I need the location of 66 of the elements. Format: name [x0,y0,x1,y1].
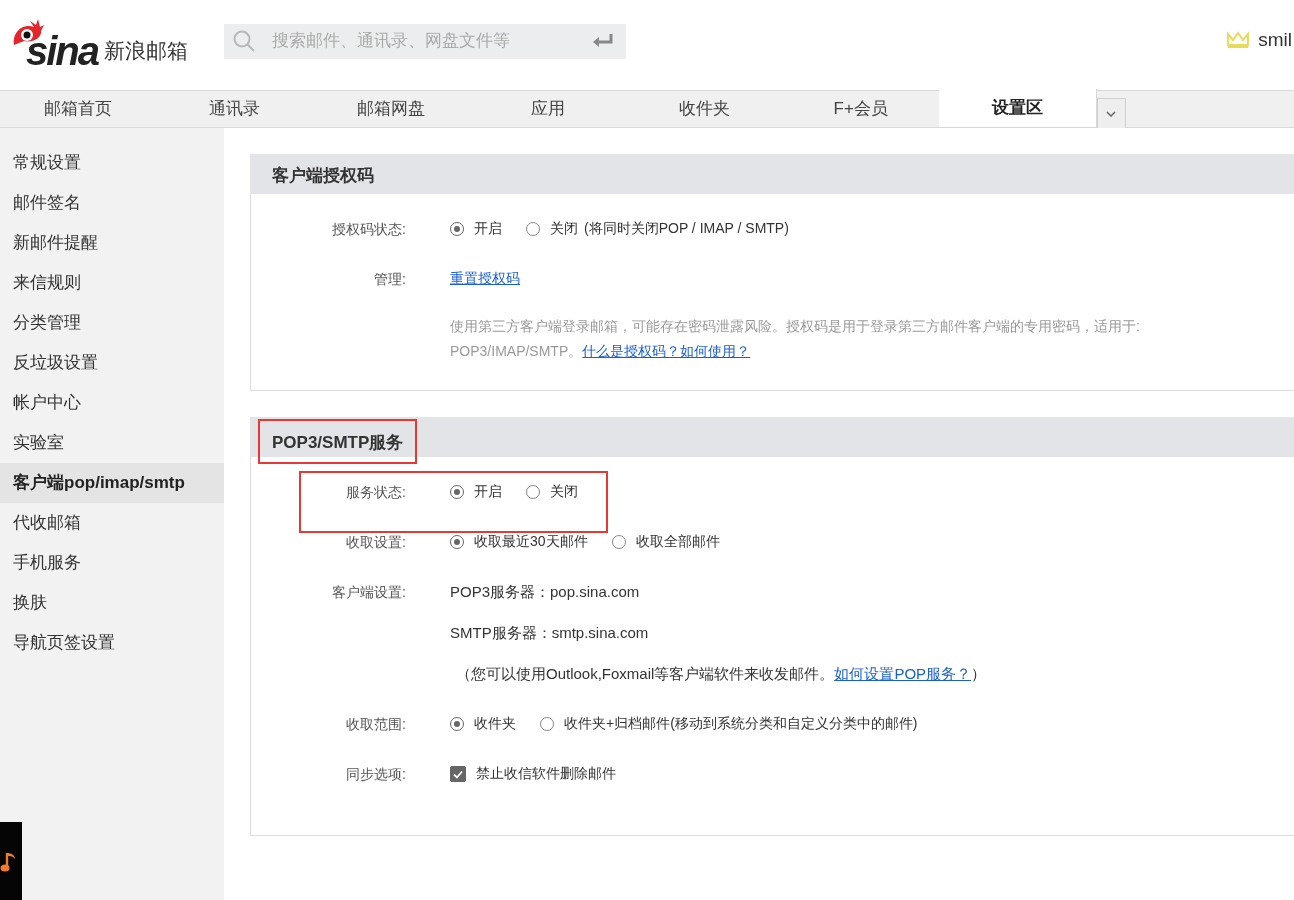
section-title: POP3/SMTP服务 [258,418,418,464]
chevron-down-icon [1106,110,1116,117]
user-name[interactable]: smil [1258,29,1292,51]
field-label: 授权码状态: [332,221,406,237]
reset-code-link[interactable]: 重置授权码 [450,270,520,288]
sidebar-item[interactable]: 代收邮箱 [0,503,224,543]
sidebar-item[interactable]: 来信规则 [0,263,224,303]
pop-help-link[interactable]: 如何设置POP服务？ [834,665,972,682]
sidebar-item[interactable]: 新邮件提醒 [0,223,224,263]
section-title: 客户端授权码 [271,164,375,187]
nav-tab[interactable]: 通讯录 [156,91,313,127]
option-label: 开启 [474,483,502,501]
sidebar-item[interactable]: 实验室 [0,423,224,463]
radio-option[interactable]: 收取全部邮件 [611,533,720,551]
help-link[interactable]: 什么是授权码？如何使用？ [582,343,751,359]
search-icon [232,29,256,53]
music-player-button[interactable] [0,822,22,900]
search-input[interactable]: 搜索邮件、通讯录、网盘文件等 [270,30,592,52]
logo-wordmark: sina [26,31,99,71]
enter-icon[interactable] [592,33,614,49]
radio-option[interactable]: 收取最近30天邮件 [450,533,588,551]
help-paragraph: 使用第三方客户端登录邮箱，可能存在密码泄露风险。授权码是用于登录第三方邮件客户端的专用密码，适用于: POP3/IMAP/SMTP。什么是授权码？如何使用？ [450,317,1141,361]
server-address: SMTP服务器：smtp.sina.com [450,623,650,643]
field-label: 管理: [374,271,406,287]
option-label: 关闭 [550,483,578,501]
option-label: 收取最近30天邮件 [474,533,588,551]
sidebar-item[interactable]: 手机服务 [0,543,224,583]
check-icon [453,769,463,779]
nav-tab[interactable]: 收件夹 [626,91,783,127]
option-label: 收件夹 [474,715,516,733]
server-address: POP3服务器：pop.sina.com [450,582,641,602]
radio-option[interactable]: 关闭 [526,483,578,501]
nav-tab[interactable]: 应用 [469,91,626,127]
logo-text: 新浪邮箱 [104,38,189,64]
sidebar-item[interactable]: 反垃圾设置 [0,343,224,383]
sidebar-item[interactable]: 帐户中心 [0,383,224,423]
sidebar-item[interactable]: 导航页签设置 [0,623,224,663]
field-label: 同步选项: [346,766,406,782]
option-note: (将同时关闭POP / IMAP / SMTP) [584,220,789,238]
field-label: 客户端设置: [332,584,406,600]
client-tip: （您可以使用Outlook,Foxmail等客户端软件来收发邮件。如何设置POP服务？） [456,664,987,684]
crown-icon [1226,31,1251,49]
radio-option[interactable]: 关闭 [526,220,578,238]
option-label: 开启 [474,220,502,238]
sidebar-item[interactable]: 邮件签名 [0,183,224,223]
option-label: 关闭 [550,220,578,238]
radio-option[interactable]: 开启 [450,483,502,501]
checkbox-option[interactable]: 禁止收信软件删除邮件 [450,765,616,783]
field-label: 收取范围: [346,716,406,732]
music-note-icon [0,851,16,873]
nav-tab[interactable]: 设置区 [939,89,1097,127]
field-label: 服务状态: [346,484,406,500]
option-label: 收取全部邮件 [635,533,720,551]
sidebar-item[interactable]: 分类管理 [0,303,224,343]
nav-tab[interactable]: 邮箱网盘 [313,91,470,127]
checkbox[interactable] [450,766,466,782]
nav-tab[interactable]: 邮箱首页 [0,91,157,127]
sidebar-item[interactable]: 常规设置 [0,143,224,183]
option-label: 禁止收信软件删除邮件 [476,765,616,783]
radio-option[interactable]: 收件夹 [450,715,516,733]
sidebar-item[interactable]: 换肤 [0,583,224,623]
nav-tab[interactable]: F+会员 [782,91,939,127]
search-field[interactable]: 搜索邮件、通讯录、网盘文件等 [224,23,626,59]
radio-option[interactable]: 开启 [450,220,502,238]
field-label: 收取设置: [346,534,406,550]
sidebar-item[interactable]: 客户端pop/imap/smtp [0,463,224,503]
